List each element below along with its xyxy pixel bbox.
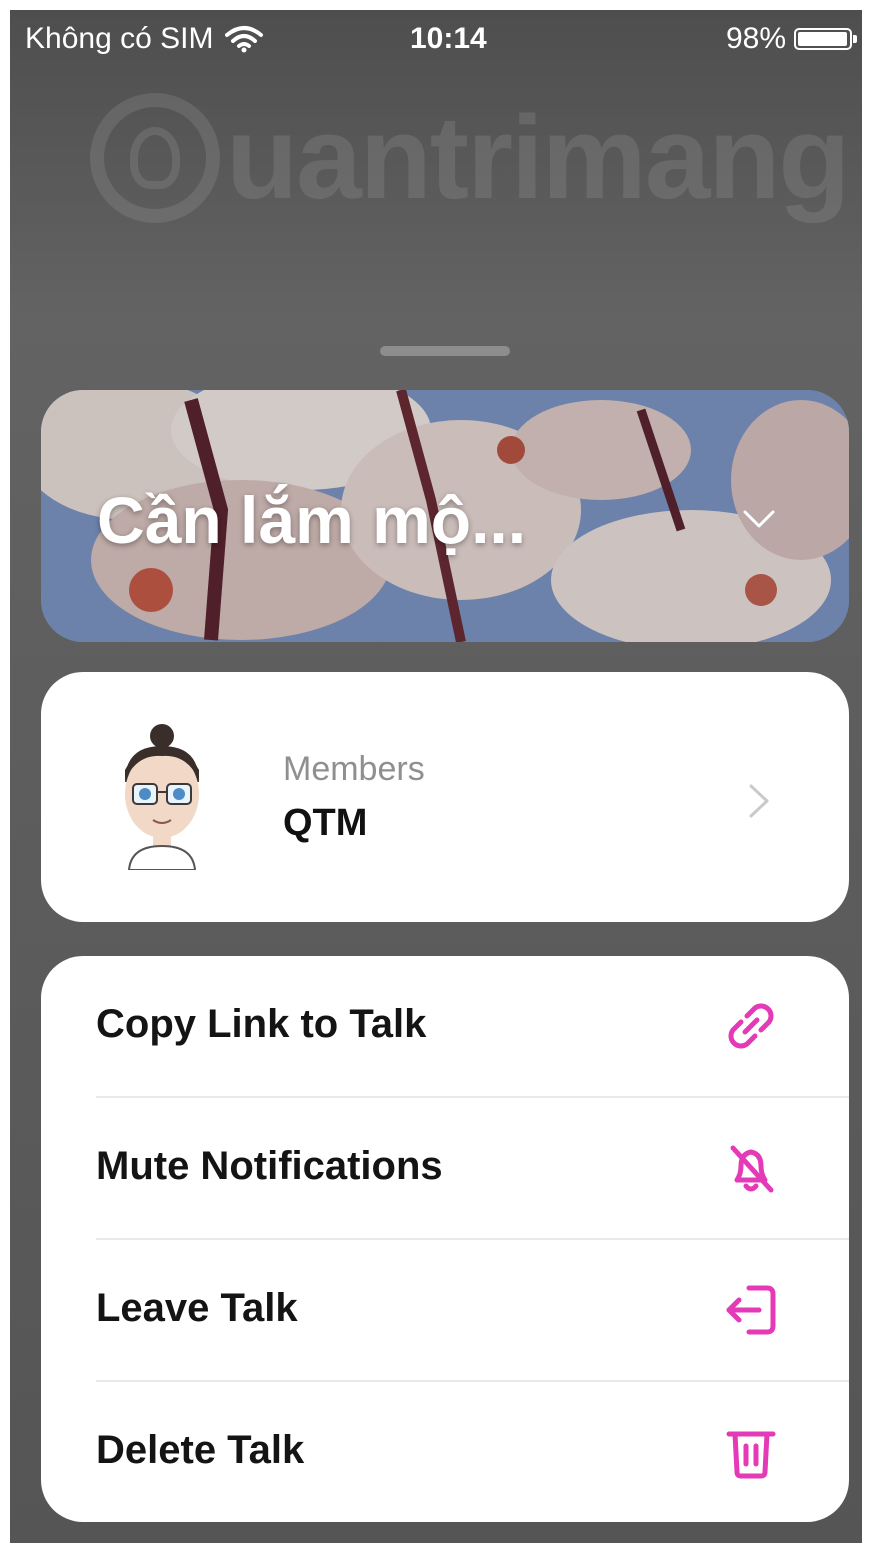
talk-title: Cần lắm mộ... — [97, 483, 527, 557]
sheet-grabber-handle[interactable] — [380, 346, 510, 356]
status-bar: Không có SIM 10:14 98% — [10, 10, 862, 70]
copy-link-label: Copy Link to Talk — [96, 1002, 427, 1046]
battery-percent: 98% — [725, 22, 786, 55]
members-label: Members — [283, 750, 425, 788]
clock: 10:14 — [410, 22, 487, 55]
chevron-right-icon — [749, 784, 769, 818]
screen: Không có SIM 10:14 98% uantrimang Cần lắ… — [10, 10, 862, 1543]
chevron-down-icon[interactable] — [739, 502, 779, 534]
delete-talk-label: Delete Talk — [96, 1428, 305, 1472]
copy-link-button[interactable]: Copy Link to Talk — [41, 956, 849, 1096]
talk-header-banner[interactable]: Cần lắm mộ... — [41, 390, 849, 642]
watermark-text: uantrimang — [226, 92, 850, 224]
members-row[interactable]: Members QTM — [41, 672, 849, 922]
leave-talk-label: Leave Talk — [96, 1286, 298, 1330]
members-name: QTM — [283, 802, 368, 844]
battery-icon — [794, 28, 857, 50]
wifi-icon — [225, 26, 264, 53]
mute-notifications-label: Mute Notifications — [96, 1144, 443, 1188]
actions-menu: Copy Link to Talk Mute Notifications Lea… — [41, 956, 849, 1522]
battery-fill — [798, 32, 847, 46]
mute-notifications-button[interactable]: Mute Notifications — [41, 1098, 849, 1238]
watermark: uantrimang — [90, 88, 850, 228]
trash-icon — [726, 1431, 776, 1479]
leave-icon — [726, 1285, 776, 1335]
link-icon — [728, 1003, 774, 1049]
carrier-label: Không có SIM — [25, 22, 214, 55]
delete-talk-button[interactable]: Delete Talk — [41, 1382, 849, 1522]
lightbulb-logo-icon — [90, 93, 220, 223]
leave-talk-button[interactable]: Leave Talk — [41, 1240, 849, 1380]
cartoon-avatar-icon — [125, 724, 199, 870]
bell-slash-icon — [730, 1145, 774, 1193]
